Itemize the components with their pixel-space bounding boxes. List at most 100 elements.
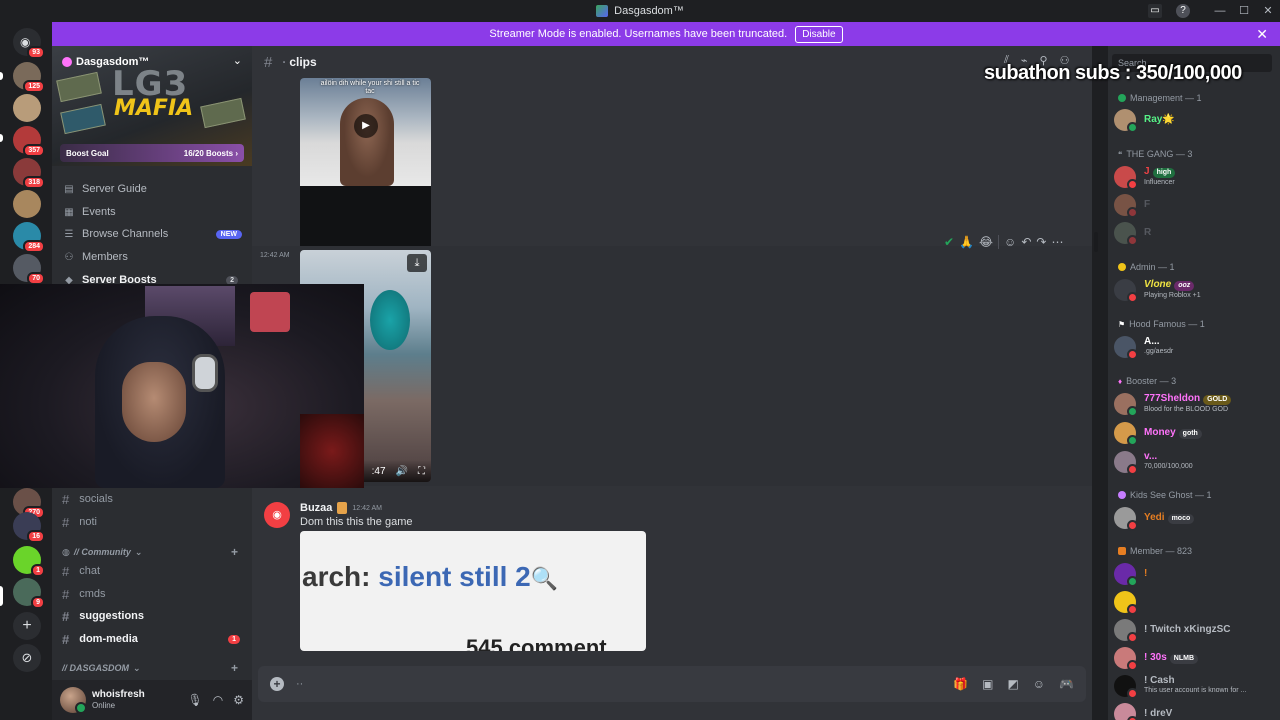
nav-members[interactable]: ⚇ Members — [62, 247, 242, 267]
nav-server-guide[interactable]: ▤ Server Guide — [62, 179, 242, 199]
user-info[interactable]: whoisfresh Online — [92, 689, 145, 711]
boost-goal-bar[interactable]: Boost Goal 16/20 Boosts › — [60, 144, 244, 162]
avatar[interactable]: ◉ — [264, 502, 290, 528]
server-banner[interactable]: LG3 MAFIA Dasgasdom™ ⌄ Boost Goal 16/20 … — [52, 46, 252, 166]
add-reaction-icon[interactable]: ☺ — [1004, 235, 1016, 249]
member-item[interactable]: Vlone ooz Playing Roblox +1 — [1114, 277, 1278, 303]
category-community[interactable]: ◍// Community ⌄ + — [62, 544, 242, 560]
disable-streamer-mode-button[interactable]: Disable — [795, 25, 843, 43]
add-channel-icon[interactable]: + — [231, 661, 238, 675]
member-item[interactable]: Jhigh Influencer — [1114, 164, 1278, 190]
avatar — [1114, 451, 1138, 475]
nav-browse-channels[interactable]: ☰ Browse Channels NEW — [62, 224, 242, 244]
member-item[interactable]: Ray🌟 — [1114, 107, 1278, 133]
add-channel-icon[interactable]: + — [231, 545, 238, 559]
member-name: ! — [1144, 568, 1148, 579]
channel-suggestions[interactable]: # suggestions — [62, 606, 242, 626]
sticker-icon[interactable]: ◩ — [1007, 677, 1018, 691]
pray-reaction-icon[interactable]: 🙏 — [959, 235, 974, 249]
nav-events[interactable]: ▦ Events — [62, 202, 242, 222]
inbox-icon[interactable]: ▭ — [1148, 4, 1162, 18]
message-author[interactable]: Buzaa 12:42 AM — [300, 502, 382, 514]
boost-goal-label: Boost Goal — [66, 148, 109, 158]
emoji-icon[interactable]: ☺ — [1033, 677, 1045, 691]
headset — [192, 354, 218, 392]
channel-dom-media[interactable]: # dom-media 1 — [62, 629, 242, 649]
member-item[interactable]: A... .gg/aesdr — [1114, 334, 1278, 360]
headphones-icon[interactable]: ◠ — [213, 693, 223, 707]
forward-icon[interactable]: ↷ — [1036, 235, 1046, 249]
apps-icon[interactable]: 🎮 — [1059, 677, 1074, 691]
message-input[interactable]: ·· — [296, 678, 303, 690]
server-name[interactable]: Dasgasdom™ — [62, 56, 149, 68]
check-reaction-icon[interactable]: ✔ — [944, 235, 954, 249]
explore-icon[interactable]: ⊘ — [13, 644, 41, 672]
gif-icon[interactable]: ▣ — [982, 677, 993, 691]
avatar — [1114, 703, 1138, 720]
settings-gear-icon[interactable]: ⚙ — [233, 693, 244, 707]
member-item[interactable]: 777Sheldon GOLD Blood for the BLOOD GOD — [1114, 391, 1278, 417]
maximize-icon[interactable]: ☐ — [1232, 0, 1256, 22]
server-icon[interactable]: 1 — [13, 546, 45, 577]
member-item[interactable]: R — [1114, 220, 1278, 246]
reply-icon[interactable]: ↶ — [1021, 235, 1031, 249]
microphone-icon[interactable]: 🎙 — [188, 693, 203, 707]
server-icon[interactable]: 9 — [13, 578, 45, 609]
chevron-down-icon: ⌄ — [133, 662, 141, 673]
more-icon[interactable]: ⋯ — [1051, 235, 1063, 249]
message-composer[interactable]: + ·· 🎁 ▣ ◩ ☺ 🎮 — [258, 666, 1086, 702]
server-icon[interactable] — [13, 190, 41, 218]
server-icon[interactable] — [13, 94, 41, 122]
boost-gem-icon — [62, 57, 72, 67]
unread-badge: 125 — [23, 80, 45, 93]
close-window-icon[interactable]: ✕ — [1256, 0, 1280, 22]
server-icon[interactable]: 357 — [13, 126, 45, 157]
help-icon[interactable]: ? — [1176, 4, 1190, 18]
composer-tools: 🎁 ▣ ◩ ☺ 🎮 — [953, 677, 1074, 691]
channel-noti[interactable]: # noti — [62, 512, 242, 532]
member-item[interactable]: ! dreV — [1114, 701, 1278, 720]
image-attachment[interactable]: arch: silent still 2🔍 545 comment — [300, 531, 646, 651]
member-name: v... — [1144, 451, 1158, 462]
category-dasgasdom[interactable]: // DASGASDOM ⌄ + — [62, 660, 242, 676]
minimize-icon[interactable]: — — [1208, 0, 1232, 22]
volume-icon[interactable]: 🔊 — [396, 466, 408, 477]
server-icon[interactable]: 16 — [13, 512, 45, 543]
play-icon[interactable]: ▶ — [354, 114, 378, 138]
member-item[interactable]: Money goth — [1114, 420, 1278, 446]
message-timestamp: 12:42 AM — [260, 252, 290, 259]
member-item[interactable]: ! — [1114, 561, 1278, 587]
server-icon[interactable]: 70 — [13, 254, 45, 285]
laugh-reaction-icon[interactable]: 😂 — [979, 235, 993, 249]
member-item[interactable]: ! Cash This user account is known for ... — [1114, 673, 1278, 699]
member-item[interactable]: ! 30s NLMB — [1114, 645, 1278, 671]
channel-socials[interactable]: # socials — [62, 489, 242, 509]
gift-icon[interactable]: 🎁 — [953, 677, 968, 691]
role-header: ⚑ Hood Famous — 1 — [1118, 319, 1205, 329]
member-item[interactable]: Yedi moco — [1114, 505, 1278, 531]
unread-badge: 93 — [27, 46, 45, 59]
username: whoisfresh — [92, 689, 145, 700]
fullscreen-icon[interactable]: ⛶ — [418, 466, 425, 477]
download-icon[interactable]: ⤓ — [407, 254, 427, 272]
channel-cmds[interactable]: # cmds — [62, 584, 242, 604]
chevron-down-icon: ⌄ — [134, 546, 143, 557]
server-icon[interactable]: 284 — [13, 222, 45, 253]
member-item[interactable] — [1114, 589, 1278, 615]
add-server-icon[interactable]: + — [13, 612, 41, 640]
member-item[interactable]: ! Twitch xKingzSC — [1114, 617, 1278, 643]
discord-home-icon[interactable]: ◉ 93 — [13, 28, 45, 59]
close-icon[interactable]: ✕ — [1256, 26, 1268, 43]
server-icon[interactable]: 318 — [13, 158, 45, 189]
member-item[interactable]: F — [1114, 192, 1278, 218]
channel-chat[interactable]: # chat — [62, 561, 242, 581]
window-controls: — ☐ ✕ — [1208, 0, 1280, 22]
channel-prefix: · — [282, 55, 287, 69]
member-item[interactable]: v... 70,000/100,000 — [1114, 449, 1278, 475]
avatar[interactable] — [60, 687, 87, 714]
server-icon[interactable]: 125 — [13, 62, 45, 93]
video-attachment[interactable]: ailöin dih while your shi still a tic ta… — [300, 78, 431, 274]
add-attachment-icon[interactable]: + — [270, 677, 284, 691]
scrollbar[interactable] — [1094, 232, 1098, 252]
chevron-down-icon[interactable]: ⌄ — [233, 54, 242, 67]
